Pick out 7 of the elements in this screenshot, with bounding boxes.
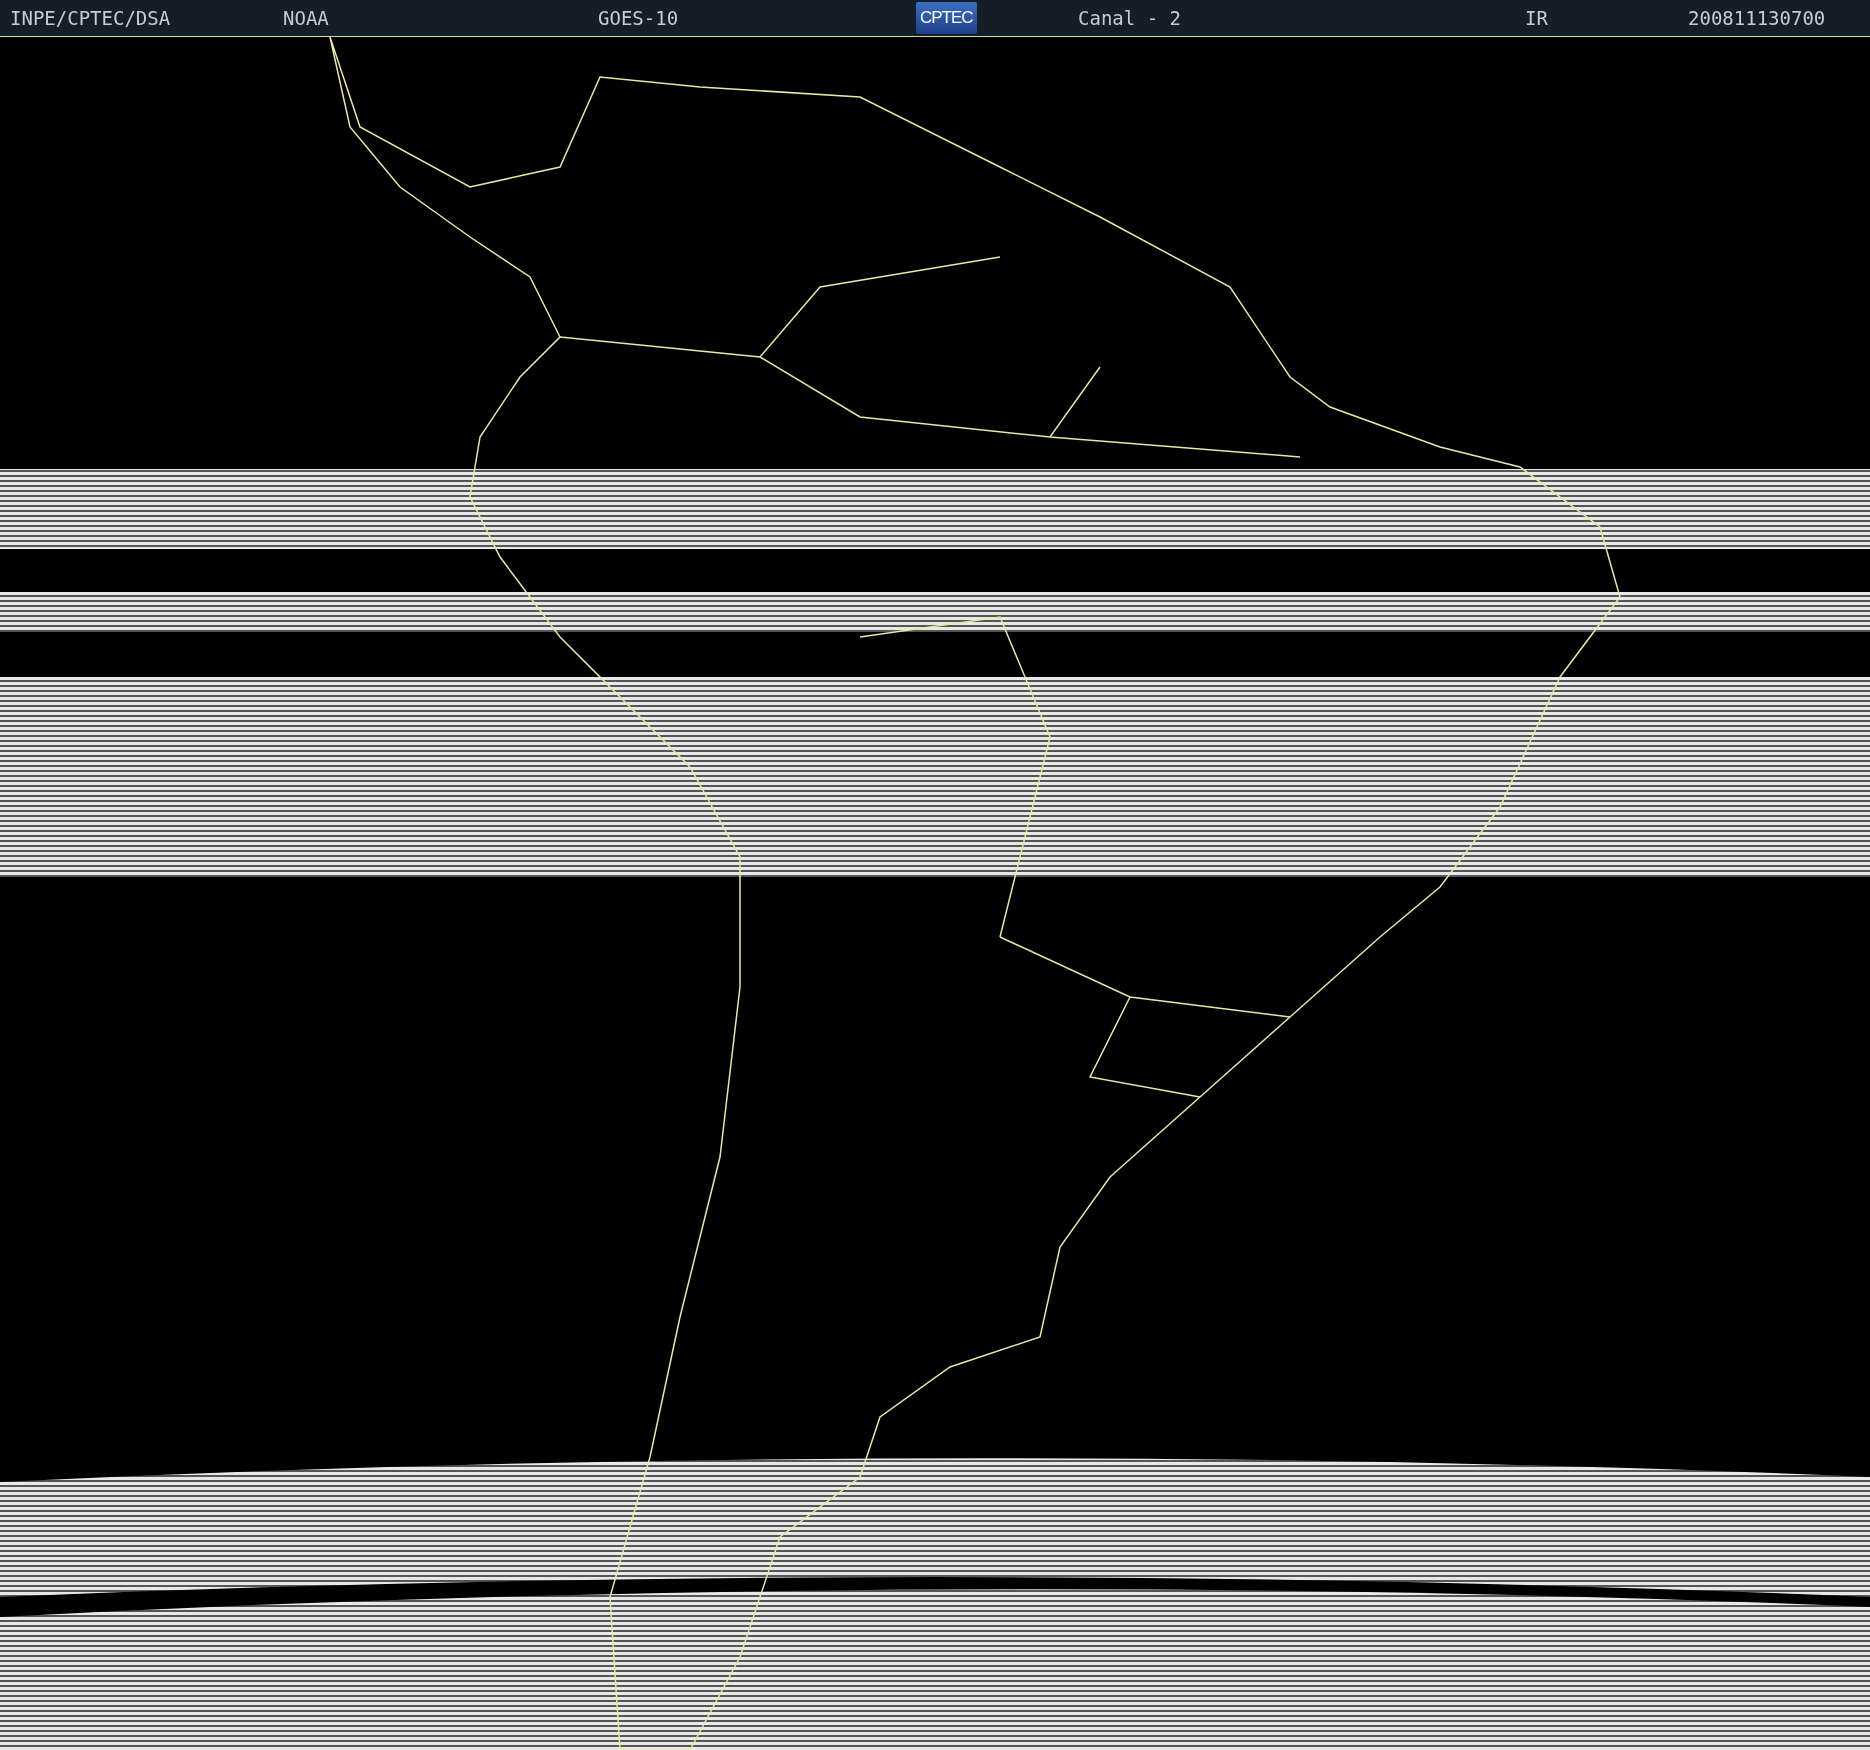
header-label: 200811130700 bbox=[1688, 7, 1827, 29]
header-label: GOES-10 bbox=[598, 7, 680, 29]
header-label: INPE/CPTEC/DSA bbox=[10, 7, 172, 29]
header-label: IR bbox=[1525, 7, 1549, 29]
header-label: NOAA bbox=[283, 7, 330, 29]
logo: CPTEC bbox=[916, 2, 977, 34]
header-label: Canal - 2 bbox=[1078, 7, 1182, 29]
